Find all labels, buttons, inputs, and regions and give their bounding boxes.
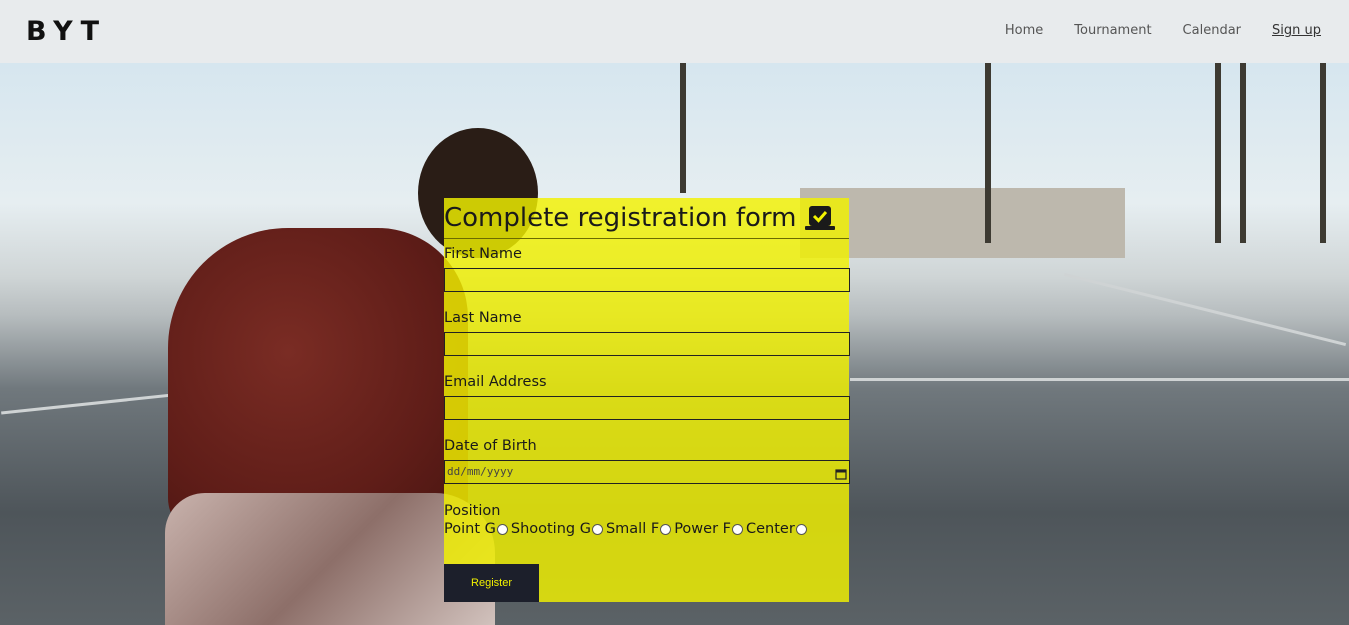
position-label: Position <box>444 503 501 519</box>
site-logo[interactable]: BYT <box>26 16 107 47</box>
last-name-label: Last Name <box>444 310 522 326</box>
last-name-input[interactable] <box>444 332 850 356</box>
position-small-forward-radio[interactable] <box>660 523 672 535</box>
position-power-forward-radio[interactable] <box>731 523 743 535</box>
top-header: BYT Home Tournament Calendar Sign up <box>0 0 1349 64</box>
position-radio-group: Point G Shooting G Small F Power F Cente… <box>444 521 849 537</box>
form-title-text: Complete registration form <box>444 203 797 233</box>
position-power-forward-label: Power F <box>674 521 731 537</box>
nav-home[interactable]: Home <box>1005 23 1043 38</box>
first-name-input[interactable] <box>444 268 850 292</box>
email-label: Email Address <box>444 374 547 390</box>
position-shooting-guard-radio[interactable] <box>591 523 603 535</box>
position-small-forward-label: Small F <box>605 521 660 537</box>
form-title: Complete registration form <box>444 198 849 239</box>
nav-sign-up[interactable]: Sign up <box>1272 23 1321 38</box>
registration-form: Complete registration form First Name La… <box>444 198 850 602</box>
dob-field: dd/mm/yyyy <box>444 460 850 484</box>
calendar-icon[interactable] <box>835 465 847 484</box>
palm-tree <box>985 63 991 243</box>
dob-input[interactable]: dd/mm/yyyy <box>444 460 850 484</box>
palm-tree <box>1215 63 1221 243</box>
palm-tree <box>1240 63 1246 243</box>
main-nav: Home Tournament Calendar Sign up <box>1005 23 1321 38</box>
palm-tree <box>1320 63 1326 243</box>
hoop-pole <box>680 63 686 193</box>
nav-calendar[interactable]: Calendar <box>1183 23 1241 38</box>
register-button[interactable]: Register <box>444 564 539 602</box>
position-center-radio[interactable] <box>795 523 807 535</box>
check-square-icon <box>804 205 836 231</box>
court-line <box>1063 272 1347 347</box>
position-point-guard-label: Point G <box>444 521 496 537</box>
email-input[interactable] <box>444 396 850 420</box>
court-line <box>850 378 1349 381</box>
player-shirt <box>168 228 468 538</box>
nav-tournament[interactable]: Tournament <box>1074 23 1151 38</box>
dob-label: Date of Birth <box>444 438 537 454</box>
position-center-label: Center <box>745 521 795 537</box>
position-shooting-guard-label: Shooting G <box>510 521 591 537</box>
first-name-label: First Name <box>444 246 522 262</box>
position-point-guard-radio[interactable] <box>496 523 508 535</box>
